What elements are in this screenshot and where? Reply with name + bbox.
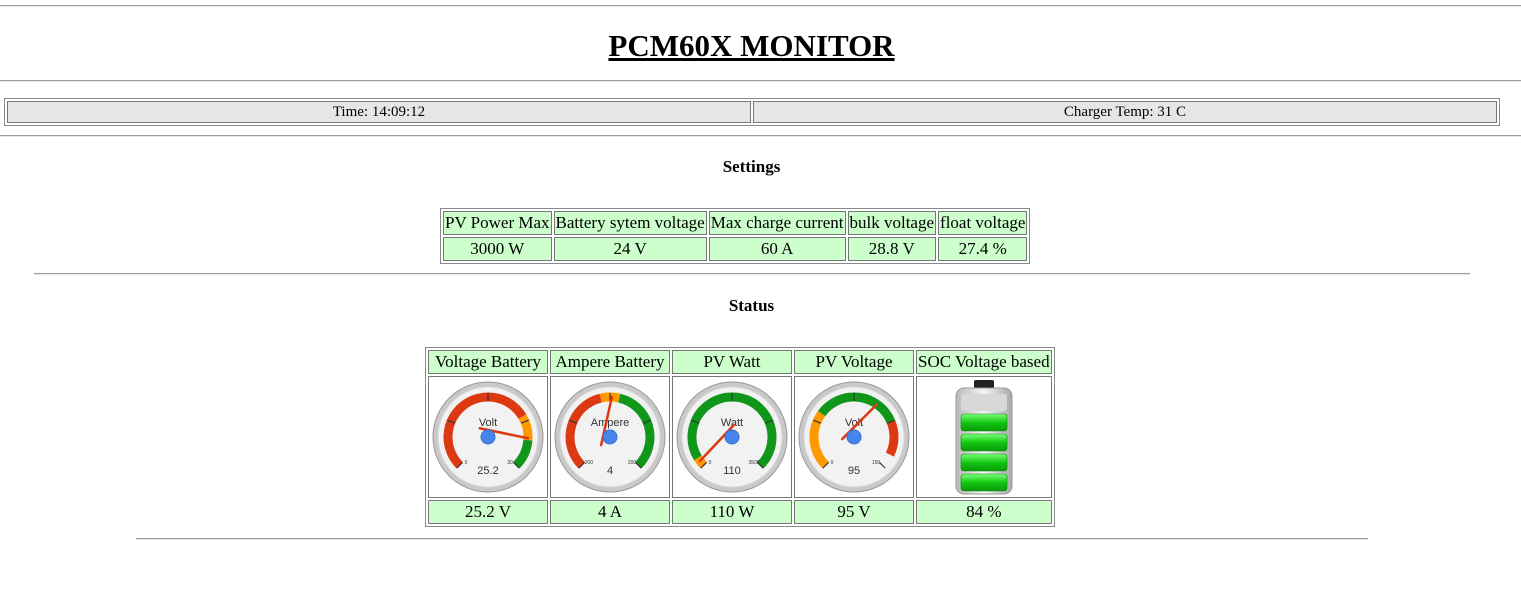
status-header-cell: SOC Voltage based	[916, 350, 1052, 374]
status-header-cell: Voltage Battery	[428, 350, 548, 374]
page-title: PCM60X MONITOR	[608, 28, 895, 63]
battery-icon	[955, 380, 1013, 495]
time-readout: Time: 14:09:12	[7, 101, 751, 123]
battery-cell	[960, 394, 1007, 411]
gauge-hub	[724, 429, 740, 445]
soc-battery-cell	[916, 376, 1052, 498]
gauge-value-label: 4	[607, 465, 613, 477]
settings-header-cell: Max charge current	[708, 211, 846, 235]
status-heading: Status	[728, 296, 775, 315]
gauge-unit-label: Volt	[479, 417, 497, 429]
gauge-value-label: 95	[848, 465, 860, 477]
gauge-max-label: 30	[507, 460, 513, 466]
info-bar: Time: 14:09:12 Charger Temp: 31 C	[4, 98, 1500, 126]
battery-ampere-gauge: Ampere -200 200 4	[550, 376, 670, 498]
gauge-unit-label: Ampere	[591, 417, 630, 429]
top-divider	[0, 5, 1521, 7]
battery-cell	[960, 473, 1008, 492]
gauge-max-label: 3500	[748, 460, 759, 466]
gauge-dial: Ampere -200 200 4	[554, 381, 666, 493]
status-header-row: Voltage Battery Ampere Battery PV Watt P…	[428, 350, 1052, 374]
gauge-min-label: 0	[709, 460, 712, 466]
settings-header-cell: Battery sytem voltage	[553, 211, 707, 235]
gauge-hub	[480, 429, 496, 445]
status-value-cell: 25.2 V	[428, 500, 548, 524]
charger-temp-readout: Charger Temp: 31 C	[753, 101, 1497, 123]
battery-cell	[960, 413, 1008, 432]
gauge-dial: Volt0 15095	[798, 381, 910, 493]
settings-value-cell: 3000 W	[443, 237, 552, 261]
gauge-value-label: 110	[723, 465, 741, 477]
status-table: Voltage Battery Ampere Battery PV Watt P…	[425, 347, 1055, 527]
gauge-zone	[885, 419, 899, 457]
gauge-hub	[846, 429, 862, 445]
info-divider	[0, 135, 1521, 137]
settings-header-cell: bulk voltage	[847, 211, 937, 235]
battery-voltage-gauge: Volt 0 30 25.2	[428, 376, 548, 498]
settings-header-cell: PV Power Max	[443, 211, 552, 235]
battery-cell	[960, 433, 1008, 452]
settings-value-cell: 24 V	[553, 237, 707, 261]
pv-voltage-gauge: Volt 0 150 95	[794, 376, 914, 498]
pv-watt-gauge: Watt 0 3500 110	[672, 376, 792, 498]
status-gauge-row: Volt 0 30 25.2 Ampere -200 200 4 Watt 0 3500 110 …	[428, 376, 1052, 498]
status-value-cell: 84 %	[916, 500, 1052, 524]
gauge-min-label: -200	[583, 460, 593, 466]
gauge-min-label: 0	[465, 460, 468, 466]
settings-divider	[34, 273, 1470, 275]
status-header-cell: PV Voltage	[794, 350, 914, 374]
gauge-min-label: 0	[831, 460, 834, 466]
gauge-value-label: 25.2	[477, 465, 498, 477]
settings-table: PV Power Max Battery sytem voltage Max c…	[440, 208, 1031, 264]
settings-heading: Settings	[722, 157, 781, 176]
settings-value-cell: 27.4 %	[938, 237, 1028, 261]
settings-value-row: 3000 W 24 V 60 A 28.8 V 27.4 %	[443, 237, 1028, 261]
status-value-row: 25.2 V 4 A 110 W 95 V 84 %	[428, 500, 1052, 524]
settings-header-cell: float voltage	[938, 211, 1028, 235]
gauge-max-label: 150	[872, 460, 881, 466]
gauge-dial: Volt 0 30 25.2	[432, 381, 544, 493]
status-value-cell: 110 W	[672, 500, 792, 524]
settings-value-cell: 28.8 V	[847, 237, 937, 261]
title-divider	[0, 80, 1521, 82]
status-value-cell: 4 A	[550, 500, 670, 524]
status-divider	[136, 538, 1368, 540]
settings-header-row: PV Power Max Battery sytem voltage Max c…	[443, 211, 1028, 235]
gauge-dial: Watt0 3500110	[676, 381, 788, 493]
battery-cell	[960, 453, 1008, 472]
status-header-cell: Ampere Battery	[550, 350, 670, 374]
settings-value-cell: 60 A	[708, 237, 846, 261]
gauge-max-label: 200	[628, 460, 637, 466]
status-value-cell: 95 V	[794, 500, 914, 524]
status-header-cell: PV Watt	[672, 350, 792, 374]
gauge-hub	[602, 429, 618, 445]
